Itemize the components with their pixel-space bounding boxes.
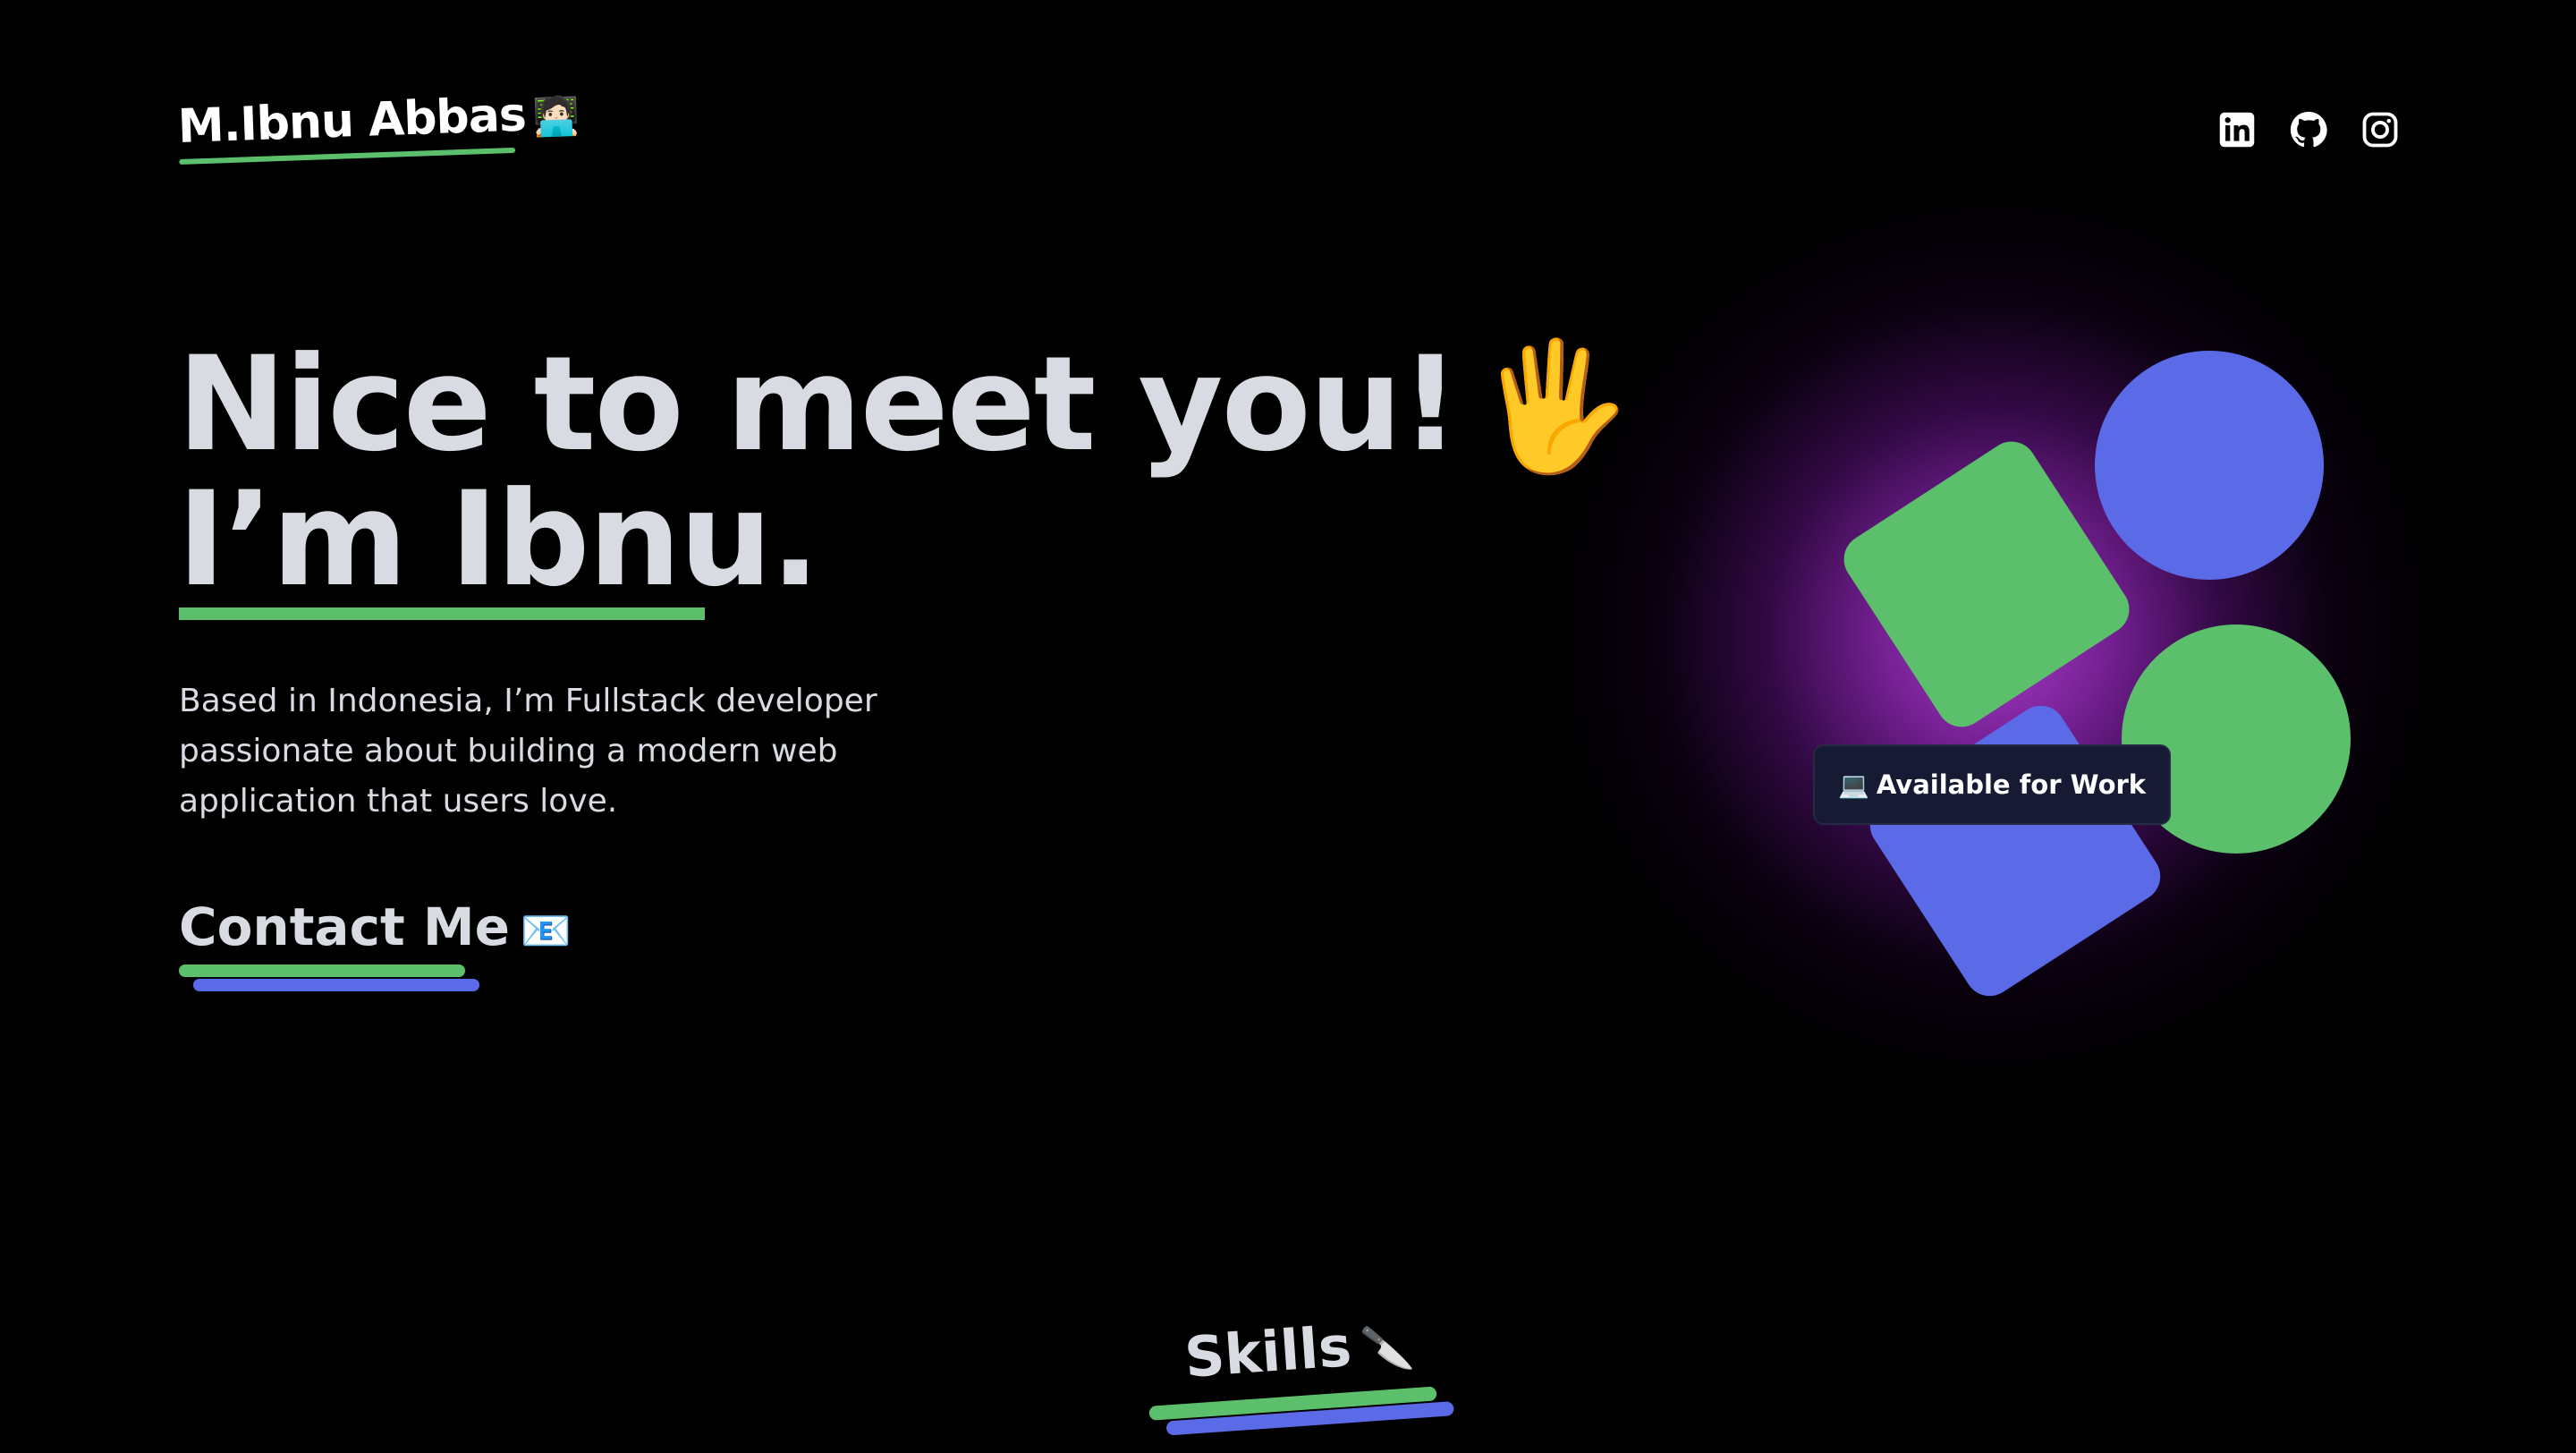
knife-icon: 🔪	[1359, 1321, 1416, 1376]
skills-label: Skills	[1182, 1313, 1354, 1390]
social-links	[2218, 111, 2399, 149]
email-icon: 📧	[520, 906, 572, 955]
hero-name-text: I’m Ibnu.	[177, 463, 820, 616]
site-logo[interactable]: M.Ibnu Abbas 🧑🏻‍💻	[176, 86, 580, 165]
skills-heading: Skills 🔪	[1143, 1303, 1456, 1440]
logo-name: M.Ibnu Abbas	[176, 88, 527, 154]
available-for-work-badge: 💻 Available for Work	[1813, 744, 2172, 825]
instagram-icon[interactable]	[2361, 111, 2399, 149]
hero-heading: Nice to meet you! 🖐️ I’m Ibnu.	[177, 338, 1632, 620]
github-icon[interactable]	[2290, 111, 2327, 149]
intro-paragraph: Based in Indonesia, I’m Fullstack develo…	[179, 683, 877, 820]
laptop-icon: 💻	[1838, 769, 1869, 800]
hero-name: I’m Ibnu.	[177, 473, 820, 620]
blue-circle-shape	[2095, 351, 2324, 580]
hero-line-1: Nice to meet you! 🖐️	[177, 338, 1632, 473]
contact-me-label: Contact Me	[179, 896, 510, 957]
badge-label: Available for Work	[1876, 769, 2147, 800]
technologist-emoji-icon: 🧑🏻‍💻	[531, 93, 580, 140]
linkedin-icon[interactable]	[2218, 111, 2256, 149]
hero-greeting: Nice to meet you!	[177, 328, 1460, 480]
contact-underline-blue	[193, 979, 479, 991]
contact-underline-green	[179, 964, 465, 977]
page: M.Ibnu Abbas 🧑🏻‍💻 Nice to meet you! 🖐️ I’m…	[0, 0, 2576, 1453]
hero-name-underline	[179, 608, 705, 620]
skills-title: Skills 🔪	[1182, 1309, 1416, 1390]
hero-line-2: I’m Ibnu.	[177, 473, 1631, 620]
contact-me-link[interactable]: Contact Me 📧	[179, 896, 572, 991]
